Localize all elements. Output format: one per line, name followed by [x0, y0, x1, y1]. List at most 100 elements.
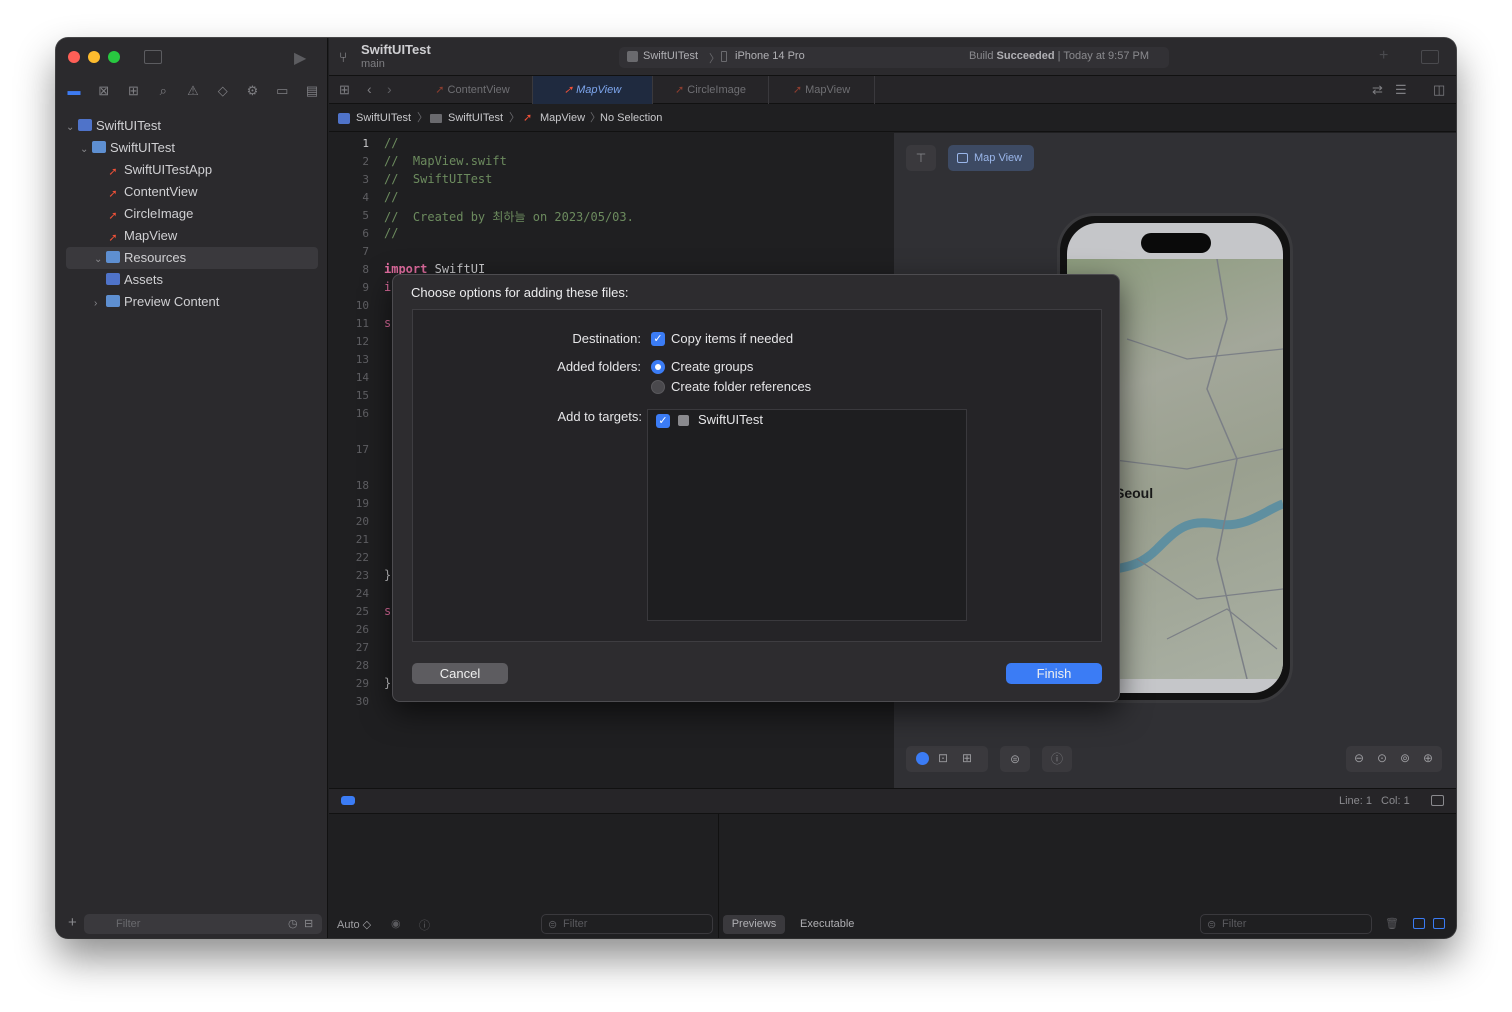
swap-icon[interactable]: ⇄ [1372, 82, 1383, 98]
grid-icon[interactable]: ⊞ [339, 82, 350, 98]
tab-executable[interactable]: Executable [800, 918, 854, 930]
breadcrumb-project[interactable]: SwiftUITest [356, 105, 411, 132]
selectable-mode-icon[interactable]: ⊡ [938, 751, 948, 765]
tree-item-file[interactable]: ➚ ContentView [66, 181, 318, 203]
create-folder-references-radio[interactable] [651, 380, 665, 394]
tab-mapview-active[interactable]: ➚ MapView [533, 76, 653, 104]
activity-viewer: SwiftUITest 〉 iPhone 14 Pro Build Succee… [619, 47, 1169, 68]
tree-item-group[interactable]: ⌄ SwiftUITest [66, 137, 318, 159]
tab-previews[interactable]: Previews [723, 915, 785, 934]
folder-icon[interactable]: ▬ [64, 82, 84, 100]
add-library-icon[interactable]: + [1379, 47, 1388, 65]
live-mode-icon[interactable] [916, 752, 929, 765]
finish-button[interactable]: Finish [1006, 663, 1102, 684]
device-settings-icon[interactable]: ⊜ [1000, 746, 1030, 772]
sidebar-toggle-icon[interactable] [144, 50, 162, 64]
line-number: 9 [362, 281, 369, 294]
debug-icon[interactable]: ⚙ [243, 82, 263, 100]
tree-item-file[interactable]: ➚ SwiftUITestApp [66, 159, 318, 181]
line-number: 22 [355, 551, 369, 564]
run-destination[interactable]: iPhone 14 Pro [735, 50, 805, 62]
zoom-to-fit-icon[interactable]: ⊙ [1377, 751, 1387, 765]
filter-icon: ⊜ [1207, 919, 1217, 931]
recent-files-icon[interactable]: ◷ [288, 917, 298, 930]
warning-icon[interactable]: ⚠ [183, 82, 203, 100]
search-icon[interactable]: ⌕ [153, 82, 173, 100]
preview-mode-controls: ⊡ ⊞ [906, 746, 988, 772]
breadcrumb-selection[interactable]: No Selection [600, 105, 662, 132]
line-number: 15 [355, 389, 369, 402]
chevron-right-icon[interactable]: › [94, 293, 106, 315]
tree-item-preview-content[interactable]: › Preview Content [66, 291, 318, 313]
forward-icon[interactable]: › [387, 81, 392, 97]
zoom-in-icon[interactable]: ⊕ [1423, 751, 1433, 765]
line-number: 30 [355, 695, 369, 708]
project-title[interactable]: SwiftUITest [361, 42, 431, 57]
trash-icon[interactable]: 🗑 [1385, 917, 1399, 930]
chevron-down-icon[interactable]: ⌄ [94, 249, 106, 271]
zoom-actual-icon[interactable]: ⊚ [1400, 751, 1410, 765]
variables-scope-select[interactable]: Auto ◇ [337, 918, 371, 931]
create-folder-references-label[interactable]: Create folder references [671, 379, 811, 394]
show-variables-icon[interactable] [1413, 918, 1425, 929]
filter-options-icon[interactable]: ⊟ [304, 917, 313, 930]
asset-catalog-icon [106, 273, 120, 285]
build-status-time: Today at 9:57 PM [1063, 50, 1150, 62]
navigator-filter-field[interactable]: Filter ◷ ⊟ [84, 914, 322, 934]
create-groups-label[interactable]: Create groups [671, 359, 753, 374]
line-number: 27 [355, 641, 369, 654]
filter-placeholder: Filter [1222, 918, 1247, 930]
create-groups-radio[interactable] [651, 360, 665, 374]
test-icon[interactable]: ◇ [213, 82, 233, 100]
cancel-button[interactable]: Cancel [412, 663, 508, 684]
zoom-out-icon[interactable]: ⊖ [1354, 751, 1364, 765]
source-control-icon[interactable]: ⊠ [94, 82, 114, 100]
split-editor-icon[interactable]: ◫ [1433, 82, 1445, 98]
filter-icon: ⊜ [548, 919, 558, 931]
copy-items-label[interactable]: Copy items if needed [671, 331, 793, 346]
branch-name[interactable]: main [361, 58, 385, 70]
run-button[interactable]: ▶ [294, 48, 306, 68]
eye-icon[interactable]: ◉ [391, 917, 401, 930]
show-console-icon[interactable] [1433, 918, 1445, 929]
tree-item-project[interactable]: ⌄ SwiftUITest [66, 115, 318, 137]
targets-list[interactable]: ✓ SwiftUITest [647, 409, 967, 621]
close-window-button[interactable] [68, 51, 80, 63]
symbol-icon[interactable]: ⊞ [124, 82, 144, 100]
preview-info-icon[interactable]: ⓘ [1042, 746, 1072, 772]
breadcrumb-folder[interactable]: SwiftUITest [448, 105, 503, 132]
variants-icon[interactable]: ⊞ [962, 751, 972, 765]
code-fragment: i [384, 280, 392, 294]
chevron-down-icon[interactable]: ⌄ [66, 117, 78, 139]
target-checkbox[interactable]: ✓ [656, 414, 670, 428]
pin-icon[interactable]: ⊤ [906, 145, 936, 171]
variables-filter-field[interactable]: ⊜ Filter [541, 914, 713, 934]
tree-item-resources[interactable]: ⌄ Resources [66, 247, 318, 269]
breadcrumb-file[interactable]: MapView [540, 105, 585, 132]
tree-item-file[interactable]: ➚ CircleImage [66, 203, 318, 225]
chevron-down-icon[interactable]: ⌄ [80, 139, 92, 161]
hide-debug-area-icon[interactable] [1431, 795, 1444, 806]
report-icon[interactable]: ▤ [302, 82, 322, 100]
line-number: 8 [362, 263, 369, 276]
info-icon[interactable]: ⓘ [419, 917, 430, 933]
tab-circleimage[interactable]: ➚ CircleImage [653, 76, 769, 104]
editor-options-icon[interactable]: ☰ [1395, 82, 1407, 98]
tree-item-file[interactable]: ➚ MapView [66, 225, 318, 247]
minimize-window-button[interactable] [88, 51, 100, 63]
copy-items-checkbox[interactable]: ✓ [651, 332, 665, 346]
inspector-toggle-icon[interactable] [1421, 50, 1439, 64]
add-icon[interactable]: + [68, 914, 77, 931]
console-filter-field[interactable]: ⊜ Filter [1200, 914, 1372, 934]
tab-contentview[interactable]: ➚ ContentView [413, 76, 533, 104]
back-icon[interactable]: ‹ [367, 81, 372, 97]
breakpoint-icon[interactable]: ▭ [272, 82, 292, 100]
tree-item-assets[interactable]: Assets [66, 269, 318, 291]
debug-area-toggle-icon[interactable] [341, 796, 355, 805]
tab-mapview[interactable]: ➚ MapView [769, 76, 875, 104]
tab-label: MapView [805, 84, 851, 96]
app-target-icon [627, 51, 638, 62]
scheme-name[interactable]: SwiftUITest [643, 50, 698, 62]
preview-selector-button[interactable]: Map View [948, 145, 1034, 171]
zoom-window-button[interactable] [108, 51, 120, 63]
